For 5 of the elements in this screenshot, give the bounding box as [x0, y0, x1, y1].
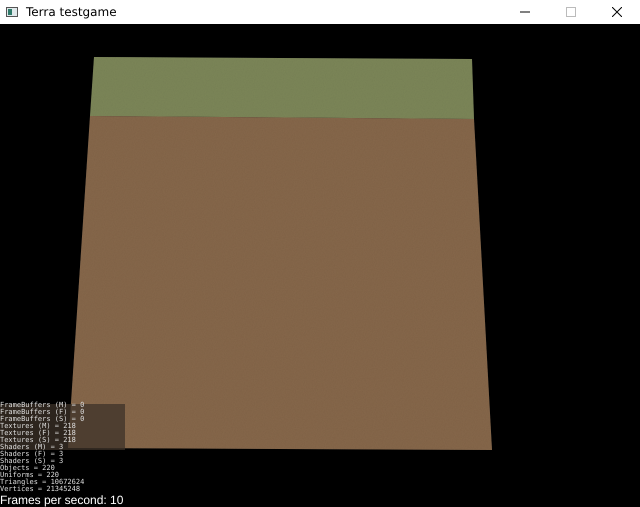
close-icon [612, 7, 622, 17]
fps-counter: Frames per second: 10 [0, 493, 124, 507]
window-title: Terra testgame [26, 5, 118, 19]
maximize-icon [566, 7, 576, 17]
app-icon [6, 7, 18, 17]
